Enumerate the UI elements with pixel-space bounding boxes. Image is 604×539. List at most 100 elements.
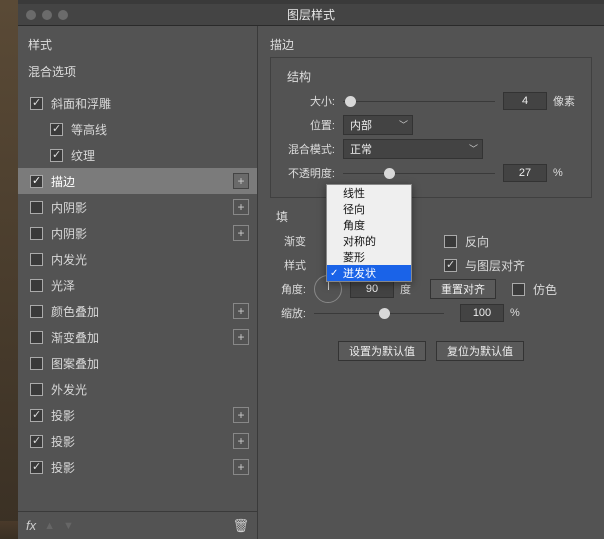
effect-checkbox[interactable]: [30, 305, 43, 318]
effect-checkbox[interactable]: [30, 279, 43, 292]
dropdown-item[interactable]: 菱形: [327, 249, 411, 265]
add-effect-icon[interactable]: +: [233, 173, 249, 189]
effect-checkbox[interactable]: [50, 149, 63, 162]
effect-checkbox[interactable]: [30, 97, 43, 110]
effect-row[interactable]: 等高线: [18, 116, 257, 142]
position-row: 位置: 内部: [281, 113, 581, 137]
effect-label: 颜色叠加: [51, 303, 233, 320]
angle-unit: 度: [400, 281, 420, 297]
size-slider[interactable]: [343, 94, 495, 108]
dropdown-item[interactable]: 线性: [327, 185, 411, 201]
effect-row[interactable]: 纹理: [18, 142, 257, 168]
blend-mode-row: 混合模式: 正常: [281, 137, 581, 161]
angle-label: 角度:: [270, 281, 314, 297]
scale-input[interactable]: 100: [460, 304, 504, 322]
add-effect-icon[interactable]: +: [233, 459, 249, 475]
effect-label: 等高线: [71, 121, 249, 138]
effect-row[interactable]: 光泽: [18, 272, 257, 298]
reset-default-button[interactable]: 复位为默认值: [436, 341, 524, 361]
effect-row[interactable]: 外发光: [18, 376, 257, 402]
dialog-body: 样式 混合选项 斜面和浮雕等高线纹理描边+内阴影+内阴影+内发光光泽颜色叠加+渐…: [18, 26, 604, 539]
effect-row[interactable]: 斜面和浮雕: [18, 90, 257, 116]
blend-mode-select[interactable]: 正常: [343, 139, 483, 159]
effect-checkbox[interactable]: [30, 331, 43, 344]
effect-checkbox[interactable]: [50, 123, 63, 136]
size-unit: 像素: [553, 93, 581, 109]
make-default-button[interactable]: 设置为默认值: [338, 341, 426, 361]
effect-label: 图案叠加: [51, 355, 249, 372]
add-effect-icon[interactable]: +: [233, 225, 249, 241]
titlebar: 图层样式: [18, 4, 604, 26]
styles-header[interactable]: 样式: [18, 34, 257, 59]
align-label: 与图层对齐: [465, 257, 525, 274]
size-row: 大小: 4 像素: [281, 89, 581, 113]
size-input[interactable]: 4: [503, 92, 547, 110]
effect-row[interactable]: 内阴影+: [18, 220, 257, 246]
effect-row[interactable]: 投影+: [18, 402, 257, 428]
panel-title: 描边: [270, 36, 592, 53]
style-dropdown[interactable]: 线性径向角度对称的菱形迸发状: [326, 184, 412, 282]
style-label: 样式: [270, 257, 314, 273]
angle-input[interactable]: 90: [350, 280, 394, 298]
dither-checkbox[interactable]: [512, 283, 525, 296]
position-select[interactable]: 内部: [343, 115, 413, 135]
dropdown-item[interactable]: 径向: [327, 201, 411, 217]
dropdown-item[interactable]: 对称的: [327, 233, 411, 249]
effect-checkbox[interactable]: [30, 175, 43, 188]
structure-label: 结构: [287, 68, 581, 85]
add-effect-icon[interactable]: +: [233, 199, 249, 215]
add-effect-icon[interactable]: +: [233, 329, 249, 345]
effect-checkbox[interactable]: [30, 409, 43, 422]
effect-checkbox[interactable]: [30, 383, 43, 396]
effect-checkbox[interactable]: [30, 461, 43, 474]
effect-row[interactable]: 描边+: [18, 168, 257, 194]
scale-unit: %: [510, 307, 538, 319]
opacity-label: 不透明度:: [281, 165, 343, 181]
effect-label: 光泽: [51, 277, 249, 294]
reverse-label: 反向: [465, 233, 489, 250]
effect-row[interactable]: 图案叠加: [18, 350, 257, 376]
effect-checkbox[interactable]: [30, 201, 43, 214]
add-effect-icon[interactable]: +: [233, 407, 249, 423]
fx-menu[interactable]: fx: [26, 518, 36, 533]
reset-align-button[interactable]: 重置对齐: [430, 279, 496, 299]
opacity-input[interactable]: 27: [503, 164, 547, 182]
effect-checkbox[interactable]: [30, 227, 43, 240]
effect-checkbox[interactable]: [30, 357, 43, 370]
gradient-label: 渐变: [270, 233, 314, 249]
effect-label: 纹理: [71, 147, 249, 164]
effect-row[interactable]: 颜色叠加+: [18, 298, 257, 324]
effect-label: 描边: [51, 173, 233, 190]
dropdown-item[interactable]: 角度: [327, 217, 411, 233]
left-footer: fx ▲ ▼ 🗑: [18, 511, 257, 539]
opacity-row: 不透明度: 27 %: [281, 161, 581, 185]
effect-row[interactable]: 渐变叠加+: [18, 324, 257, 350]
structure-group: 结构 大小: 4 像素 位置: 内部 混合模式: 正常: [270, 57, 592, 198]
scale-slider[interactable]: [314, 306, 444, 320]
blend-mode-label: 混合模式:: [281, 141, 343, 157]
opacity-slider[interactable]: [343, 166, 495, 180]
effect-label: 投影: [51, 433, 233, 450]
effect-row[interactable]: 内发光: [18, 246, 257, 272]
effect-row[interactable]: 投影+: [18, 428, 257, 454]
effect-label: 渐变叠加: [51, 329, 233, 346]
trash-icon[interactable]: 🗑: [232, 518, 249, 534]
effect-row[interactable]: 内阴影+: [18, 194, 257, 220]
move-down-icon[interactable]: ▼: [63, 520, 74, 532]
move-up-icon[interactable]: ▲: [44, 520, 55, 532]
layer-style-dialog: 图层样式 样式 混合选项 斜面和浮雕等高线纹理描边+内阴影+内阴影+内发光光泽颜…: [18, 4, 604, 539]
reverse-checkbox[interactable]: [444, 235, 457, 248]
align-checkbox[interactable]: [444, 259, 457, 272]
default-buttons: 设置为默认值 复位为默认值: [270, 341, 592, 361]
effect-row[interactable]: 投影+: [18, 454, 257, 480]
dropdown-item[interactable]: 迸发状: [327, 265, 411, 281]
add-effect-icon[interactable]: +: [233, 303, 249, 319]
size-label: 大小:: [281, 93, 343, 109]
effect-checkbox[interactable]: [30, 253, 43, 266]
effect-checkbox[interactable]: [30, 435, 43, 448]
blend-options[interactable]: 混合选项: [18, 59, 257, 90]
window-title: 图层样式: [18, 6, 604, 23]
add-effect-icon[interactable]: +: [233, 433, 249, 449]
left-panel: 样式 混合选项 斜面和浮雕等高线纹理描边+内阴影+内阴影+内发光光泽颜色叠加+渐…: [18, 26, 258, 539]
fill-label: 填: [276, 208, 592, 225]
